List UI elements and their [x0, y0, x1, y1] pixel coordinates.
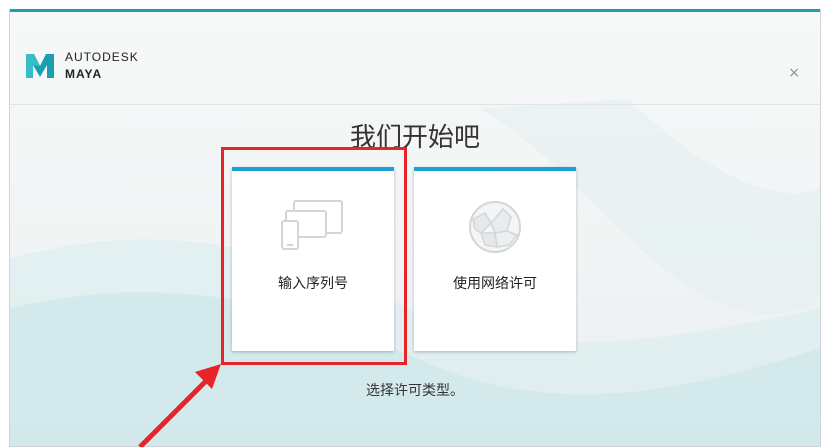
- header: AUTODESK MAYA ×: [10, 12, 820, 105]
- network-license-label: 使用网络许可: [453, 276, 537, 292]
- network-license-option[interactable]: 使用网络许可: [414, 167, 576, 351]
- brand-autodesk: AUTODESK: [65, 50, 139, 64]
- page-title: 我们开始吧: [349, 123, 480, 153]
- network-globe-icon: [469, 201, 521, 253]
- annotation-highlight-box: [221, 147, 407, 365]
- card-accent-bar: [414, 167, 576, 171]
- close-button[interactable]: ×: [788, 65, 800, 81]
- brand-maya: MAYA: [65, 67, 103, 81]
- license-type-instruction: 选择许可类型。: [366, 383, 464, 399]
- maya-logo-icon: [26, 54, 54, 78]
